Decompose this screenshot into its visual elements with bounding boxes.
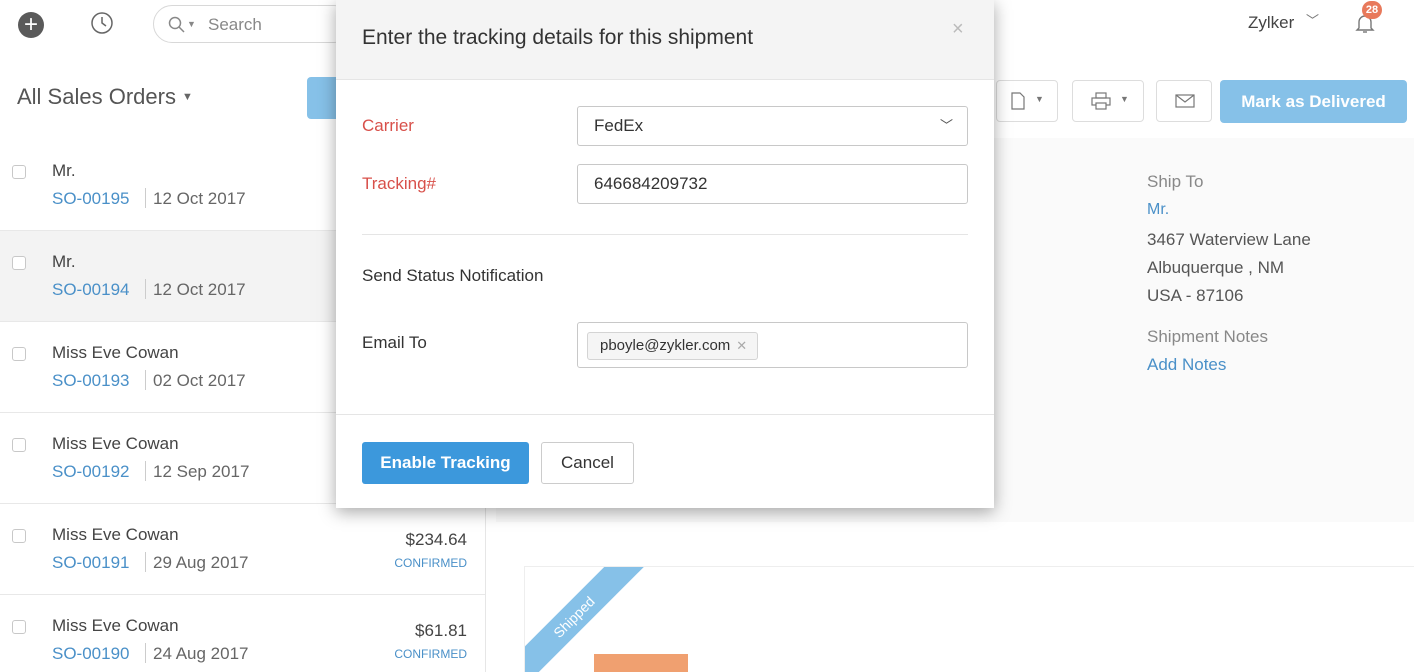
cancel-button[interactable]: Cancel [541,442,634,484]
org-name[interactable]: Zylker [1248,13,1294,33]
caret-down-icon: ▼ [1035,94,1044,104]
search-icon [168,16,185,33]
customer-name: Miss Eve Cowan [52,434,179,453]
close-icon[interactable]: × [952,18,964,41]
row-checkbox[interactable] [12,165,26,179]
caret-down-icon: ▼ [187,19,196,29]
chevron-down-icon: ﹀ [939,118,953,133]
divider [145,643,146,663]
customer-name: Mr. [52,252,76,271]
divider [362,234,968,235]
list-item[interactable]: Miss Eve Cowan SO-00190 24 Aug 2017 $61.… [0,595,485,672]
row-checkbox[interactable] [12,438,26,452]
customer-name: Miss Eve Cowan [52,343,179,362]
search-box[interactable]: ▼ Search [153,5,353,43]
modal-footer: Enable Tracking Cancel [336,414,994,508]
ship-to-name[interactable]: Mr. [1147,201,1169,219]
remove-icon[interactable]: ✕ [736,338,747,353]
tracking-number-value: 646684209732 [594,174,708,193]
caret-down-icon: ▼ [181,91,193,103]
divider [145,552,146,572]
ship-to-label: Ship To [1147,172,1204,191]
status-badge: CONFIRMED [394,556,467,570]
divider [145,188,146,208]
email-to-label: Email To [362,333,427,352]
carrier-value: FedEx [594,116,644,135]
order-number[interactable]: SO-00190 [52,644,130,664]
modal-title: Enter the tracking details for this ship… [362,26,754,49]
address-line: Albuquerque , NM [1147,258,1285,277]
order-number[interactable]: SO-00192 [52,462,130,482]
divider [145,370,146,390]
divider [145,279,146,299]
order-number[interactable]: SO-00193 [52,371,130,391]
customer-name: Miss Eve Cowan [52,616,179,635]
carrier-label: Carrier [362,116,414,135]
order-amount: $234.64 [405,530,467,549]
tracking-modal: Enter the tracking details for this ship… [336,0,994,508]
tracking-number-input[interactable]: 646684209732 [577,164,968,204]
order-number[interactable]: SO-00195 [52,189,130,209]
mail-icon [1175,94,1195,108]
printer-icon [1091,92,1111,110]
row-checkbox[interactable] [12,529,26,543]
pdf-button[interactable]: ▼ [996,80,1058,122]
list-item[interactable]: Miss Eve Cowan SO-00191 29 Aug 2017 $234… [0,504,485,595]
address-line: 3467 Waterview Lane [1147,230,1311,249]
email-chip[interactable]: pboyle@zykler.com ✕ [587,332,759,360]
order-date: 24 Aug 2017 [153,644,249,663]
row-checkbox[interactable] [12,620,26,634]
plus-icon[interactable]: + [18,12,44,38]
notification-badge: 28 [1362,1,1382,19]
pdf-icon [1011,92,1025,110]
email-to-input[interactable]: pboyle@zykler.com ✕ [577,322,968,368]
email-button[interactable] [1156,80,1212,122]
send-notification-label: Send Status Notification [362,266,544,285]
divider [145,461,146,481]
customer-name: Miss Eve Cowan [52,525,179,544]
add-notes-link[interactable]: Add Notes [1147,355,1226,375]
order-date: 12 Sep 2017 [153,462,250,481]
order-number[interactable]: SO-00191 [52,553,130,573]
order-amount: $61.81 [415,621,467,640]
order-date: 02 Oct 2017 [153,371,246,390]
tracking-label: Tracking# [362,174,437,193]
order-date: 29 Aug 2017 [153,553,249,572]
modal-header: Enter the tracking details for this ship… [336,0,994,80]
mark-as-delivered-button[interactable]: Mark as Delivered [1220,80,1407,123]
email-chip-label: pboyle@zykler.com [600,337,731,354]
enable-tracking-button[interactable]: Enable Tracking [362,442,529,484]
list-title-label: All Sales Orders [17,84,176,109]
order-number[interactable]: SO-00194 [52,280,130,300]
search-placeholder: Search [208,15,262,34]
chevron-down-icon[interactable]: ﹀ [1306,10,1319,29]
customer-name: Mr. [52,161,76,180]
row-checkbox[interactable] [12,347,26,361]
order-date: 12 Oct 2017 [153,280,246,299]
carrier-select[interactable]: FedEx ﹀ [577,106,968,146]
status-badge: CONFIRMED [394,647,467,661]
print-button[interactable]: ▼ [1072,80,1144,122]
row-checkbox[interactable] [12,256,26,270]
list-title[interactable]: All Sales Orders ▼ [17,84,193,110]
order-date: 12 Oct 2017 [153,189,246,208]
caret-down-icon: ▼ [1120,94,1129,104]
package-graphic [594,654,688,672]
history-icon[interactable] [89,10,115,36]
address-line: USA - 87106 [1147,286,1244,305]
shipment-notes-label: Shipment Notes [1147,327,1268,346]
